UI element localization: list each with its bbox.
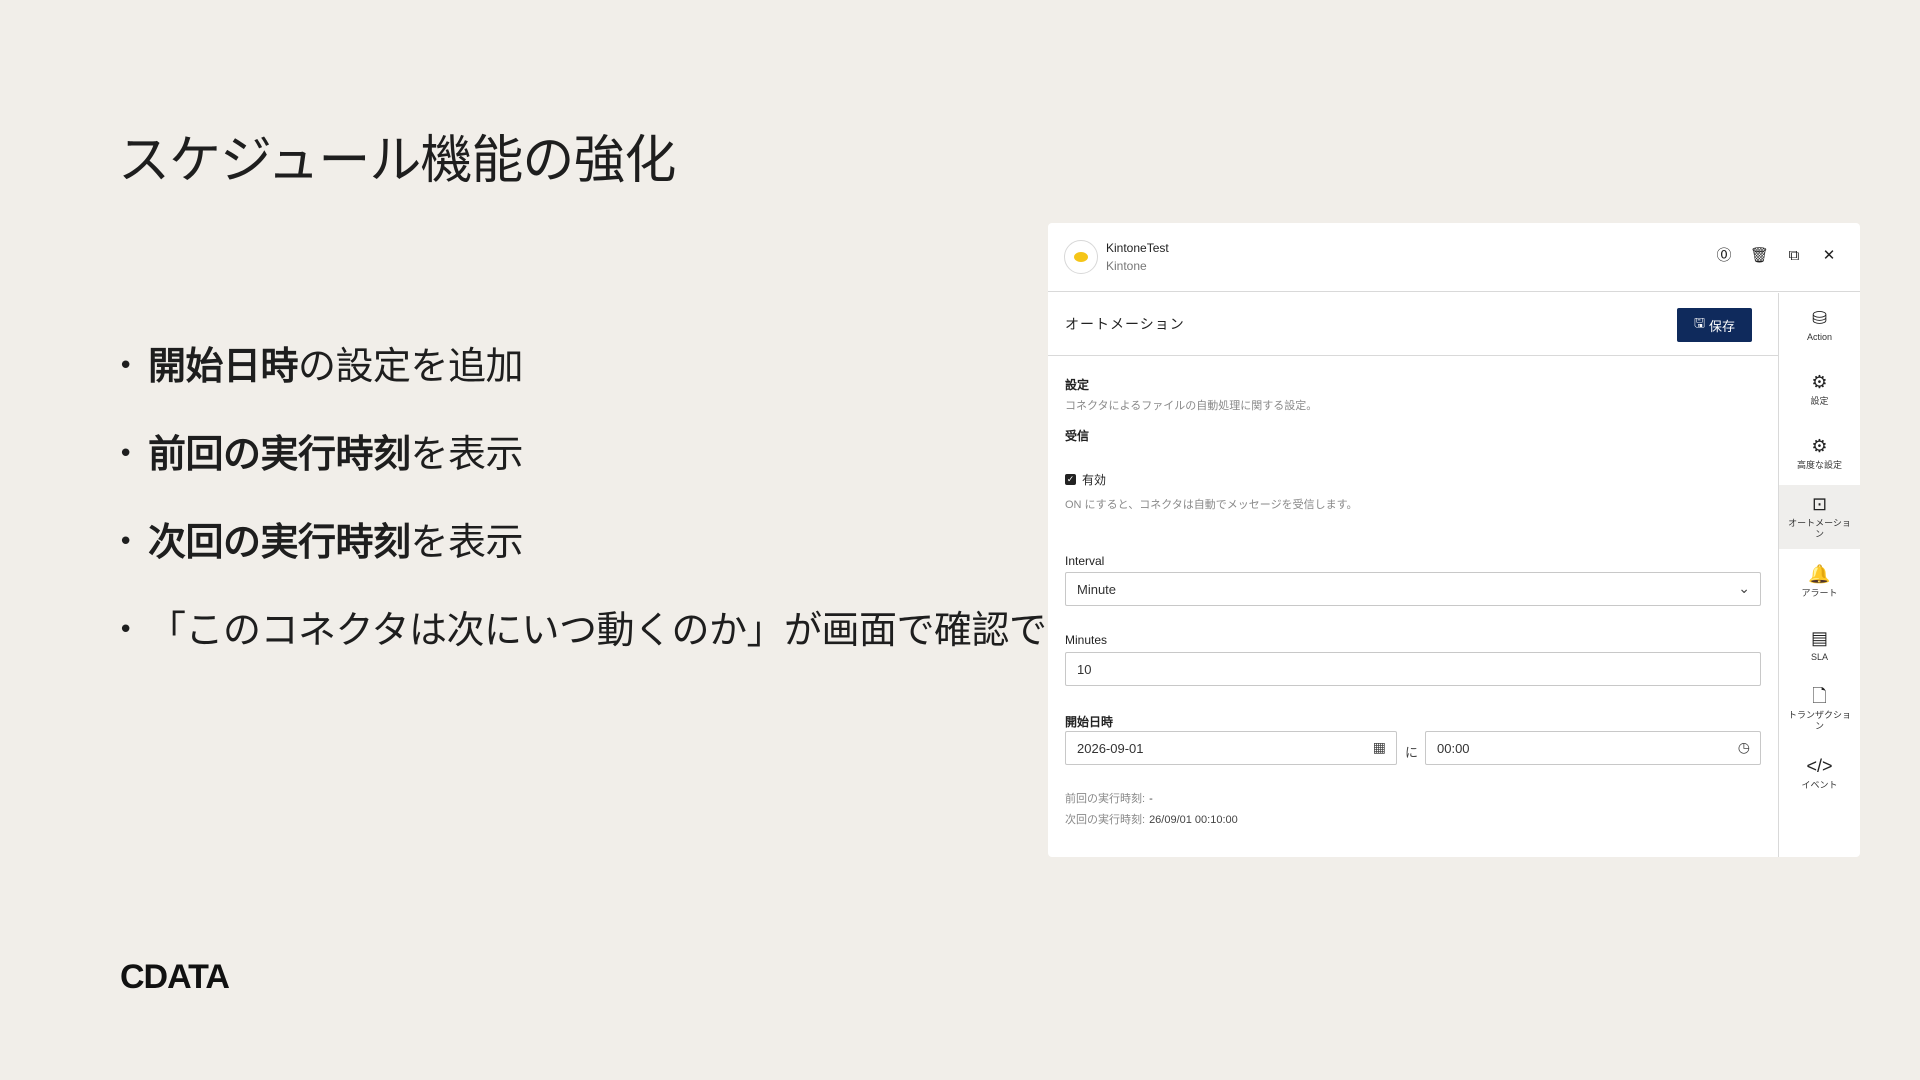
start-date-input[interactable]: 2026-09-01 ▦ (1065, 731, 1397, 765)
receive-label: 受信 (1065, 429, 1090, 443)
help-icon[interactable]: ⓪ (1715, 247, 1733, 265)
enabled-desc: ON にすると、コネクタは自動でメッセージを受信します。 (1065, 499, 1358, 511)
sidebar-item-alerts[interactable]: 🔔 アラート (1779, 549, 1860, 613)
connector-type: Kintone (1106, 259, 1147, 273)
bullet-list: • 開始日時 の設定を追加 • 前回の実行時刻 を表示 • 次回の実行時刻 を表示 • 「この… (118, 322, 1121, 674)
sidebar-item-sla[interactable]: ▤ SLA (1779, 613, 1860, 677)
bullet-text: 「このコネクタは次にいつ動くのか」が画面で確認できる (148, 608, 1121, 652)
minutes-label: Minutes (1065, 633, 1108, 647)
interval-label: Interval (1065, 554, 1105, 568)
panel-sidebar: ⛁ Action ⚙ 設定 ⚙ 高度な設定 ⊡ オートメーション 🔔 アラート ▤ SLA … (1778, 293, 1860, 857)
gears-icon: ⚙ (1811, 435, 1828, 456)
database-icon: ⛁ (1811, 307, 1828, 328)
save-button[interactable]: 🖫 保存 (1677, 308, 1752, 342)
connector-avatar-icon (1064, 240, 1098, 274)
bullet-text: の設定を追加 (298, 344, 524, 388)
bullet-bold: 開始日時 (148, 344, 299, 388)
bullet-item: • 「このコネクタは次にいつ動くのか」が画面で確認できる (118, 586, 1121, 674)
sidebar-item-settings[interactable]: ⚙ 設定 (1779, 357, 1860, 421)
interval-select[interactable]: Minute ⌄ (1065, 572, 1761, 606)
automation-icon: ⊡ (1811, 494, 1828, 514)
document-chart-icon: ▤ (1810, 627, 1828, 648)
panel-header: KintoneTest Kintone ⓪ 🗑 ⧉ ✕ (1048, 223, 1860, 292)
sidebar-item-advanced-settings[interactable]: ⚙ 高度な設定 (1779, 421, 1860, 485)
settings-desc: コネクタによるファイルの自動処理に関する設定。 (1065, 400, 1318, 412)
next-run: 次回の実行時刻: 26/09/01 00:10:00 (1065, 814, 1238, 826)
automation-main: オートメーション 🖫 保存 設定 コネクタによるファイルの自動処理に関する設定。… (1048, 293, 1778, 857)
gear-icon: ⚙ (1811, 371, 1828, 392)
bullet-bold: 前回の実行時刻 (148, 432, 411, 476)
trash-icon[interactable]: 🗑 (1750, 247, 1769, 265)
bullet-bold: 次回の実行時刻 (148, 520, 411, 564)
sidebar-item-action[interactable]: ⛁ Action (1779, 293, 1860, 357)
section-title: オートメーション (1065, 316, 1185, 332)
bullet-item: • 開始日時 の設定を追加 (118, 322, 1121, 410)
chevron-down-icon: ⌄ (1738, 580, 1750, 596)
sidebar-item-events[interactable]: </> イベント (1779, 741, 1860, 805)
file-icon: 🗋 (1812, 686, 1827, 706)
sidebar-item-transactions[interactable]: 🗋 トランザクション (1779, 677, 1860, 741)
prev-run: 前回の実行時刻: - (1065, 793, 1153, 805)
external-link-icon[interactable]: ⧉ (1785, 247, 1803, 265)
minutes-input[interactable]: 10 (1065, 652, 1761, 686)
code-icon: </> (1806, 755, 1833, 776)
enabled-label: 有効 (1082, 473, 1107, 487)
save-icon: 🖫 (1693, 315, 1706, 330)
sidebar-item-automation[interactable]: ⊡ オートメーション (1779, 485, 1860, 549)
enabled-checkbox[interactable]: ✓ (1065, 474, 1076, 485)
calendar-icon[interactable]: ▦ (1373, 739, 1386, 756)
cdata-logo: CDATA (120, 958, 230, 996)
start-time-input[interactable]: 00:00 ◷ (1425, 731, 1761, 765)
bullet-text: を表示 (410, 520, 524, 564)
bullet-text: を表示 (410, 432, 524, 476)
clock-icon[interactable]: ◷ (1738, 739, 1750, 756)
bullet-item: • 次回の実行時刻 を表示 (118, 498, 1121, 586)
bell-icon: 🔔 (1808, 563, 1831, 584)
connector-panel: KintoneTest Kintone ⓪ 🗑 ⧉ ✕ オートメーション 🖫 保… (1048, 223, 1860, 857)
slide-title: スケジュール機能の強化 (118, 131, 676, 191)
settings-label: 設定 (1065, 378, 1090, 392)
connector-name: KintoneTest (1106, 241, 1169, 255)
at-label: に (1405, 745, 1419, 760)
bullet-item: • 前回の実行時刻 を表示 (118, 410, 1121, 498)
start-datetime-label: 開始日時 (1065, 715, 1114, 729)
close-icon[interactable]: ✕ (1820, 247, 1838, 265)
